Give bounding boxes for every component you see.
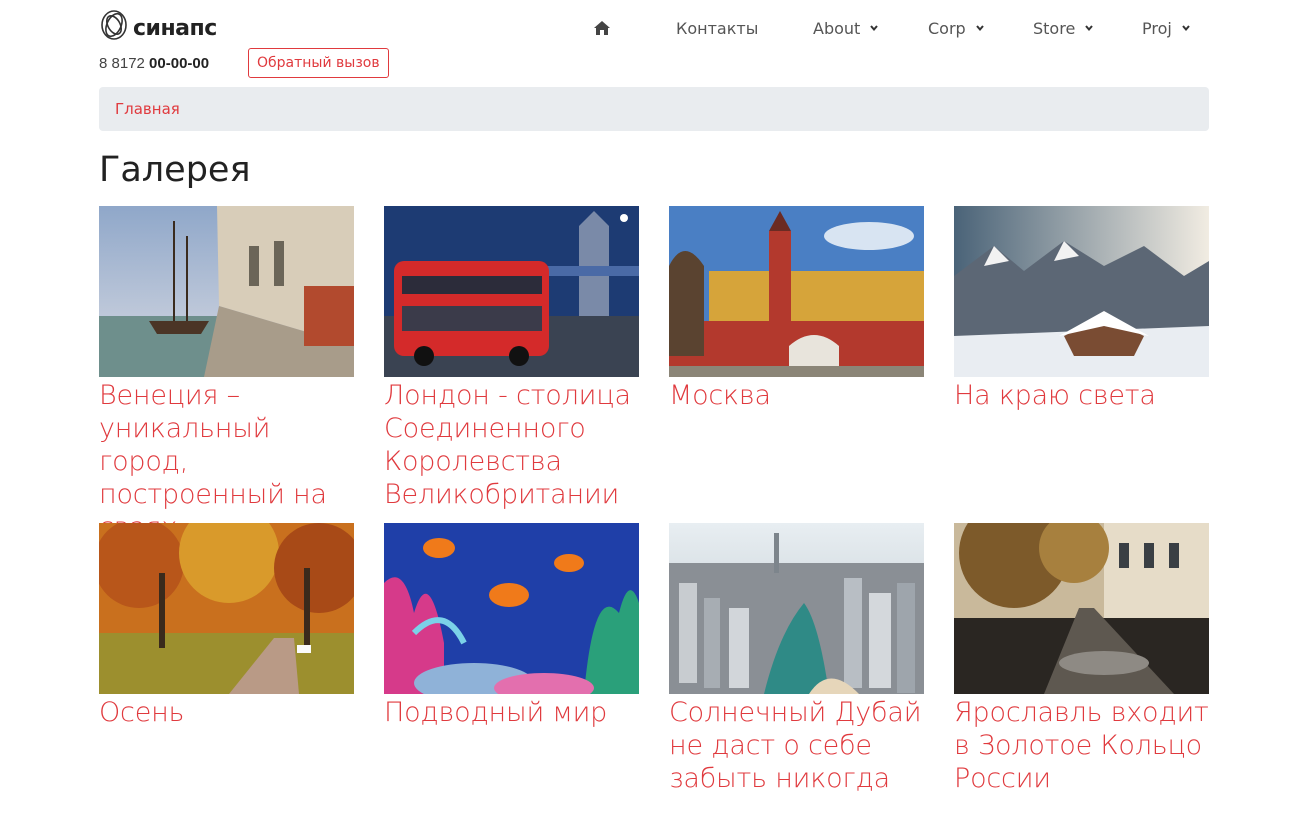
chevron-down-icon [975,25,984,32]
gallery-item[interactable]: Венеция – уникальный город, построенный … [99,206,354,544]
phone-number[interactable]: 8 8172 00-00-00 [99,55,209,72]
gallery-caption[interactable]: Подводный мир [384,696,639,729]
gallery-item[interactable]: Солнечный Дубай не даст о себе забыть ни… [669,523,924,795]
chevron-down-icon [1182,25,1190,32]
chevron-down-icon [870,25,879,32]
snowy-mountains-photo [954,206,1209,377]
gallery-caption[interactable]: На краю света [954,379,1209,412]
gallery-caption[interactable]: Венеция – уникальный город, построенный … [99,379,354,544]
nav-item-corp[interactable]: Corp [928,16,984,40]
nav-label: About [813,18,861,38]
autumn-park-photo [99,523,354,694]
yaroslavl-street-photo [954,523,1209,694]
nav-item-about[interactable]: About [813,16,879,40]
gallery-item[interactable]: Москва [669,206,924,412]
breadcrumb-home-link[interactable]: Главная [115,100,180,118]
breadcrumb: Главная [99,87,1209,131]
moscow-kremlin-photo [669,206,924,377]
nav-label: Corp [928,18,966,38]
gallery-item[interactable]: Подводный мир [384,523,639,729]
phone-prefix: 8 8172 [99,55,150,72]
dubai-marina-photo [669,523,924,694]
gallery-item[interactable]: Осень [99,523,354,729]
gallery-caption[interactable]: Лондон - столица Соединенного Королевств… [384,379,639,511]
nav-label: Proj [1142,18,1172,38]
nav-label: Контакты [676,18,759,38]
main-nav: Контакты About Corp Store Proj [99,0,1209,56]
nav-item-store[interactable]: Store [1033,16,1094,40]
venice-canal-photo [99,206,354,377]
gallery-item[interactable]: Ярославль входит в Золотое Кольцо России [954,523,1209,795]
gallery-item[interactable]: На краю света [954,206,1209,412]
nav-item-contacts[interactable]: Контакты [676,16,758,40]
chevron-down-icon [1085,25,1094,32]
gallery-caption[interactable]: Ярославль входит в Золотое Кольцо России [954,696,1209,795]
gallery-caption[interactable]: Москва [669,379,924,412]
nav-home[interactable] [593,16,611,40]
gallery-caption[interactable]: Осень [99,696,354,729]
nav-item-proj[interactable]: Proj [1142,16,1190,40]
london-bus-photo [384,206,639,377]
page-title: Галерея [99,150,251,190]
gallery-caption[interactable]: Солнечный Дубай не даст о себе забыть ни… [669,696,924,795]
home-icon [594,21,610,35]
site-header: синапс 8 8172 00-00-00 Обратный вызов Ко… [99,0,1209,87]
coral-reef-photo [384,523,639,694]
phone-main: 00-00-00 [149,55,210,72]
nav-label: Store [1033,18,1076,38]
gallery-item[interactable]: Лондон - столица Соединенного Королевств… [384,206,639,511]
